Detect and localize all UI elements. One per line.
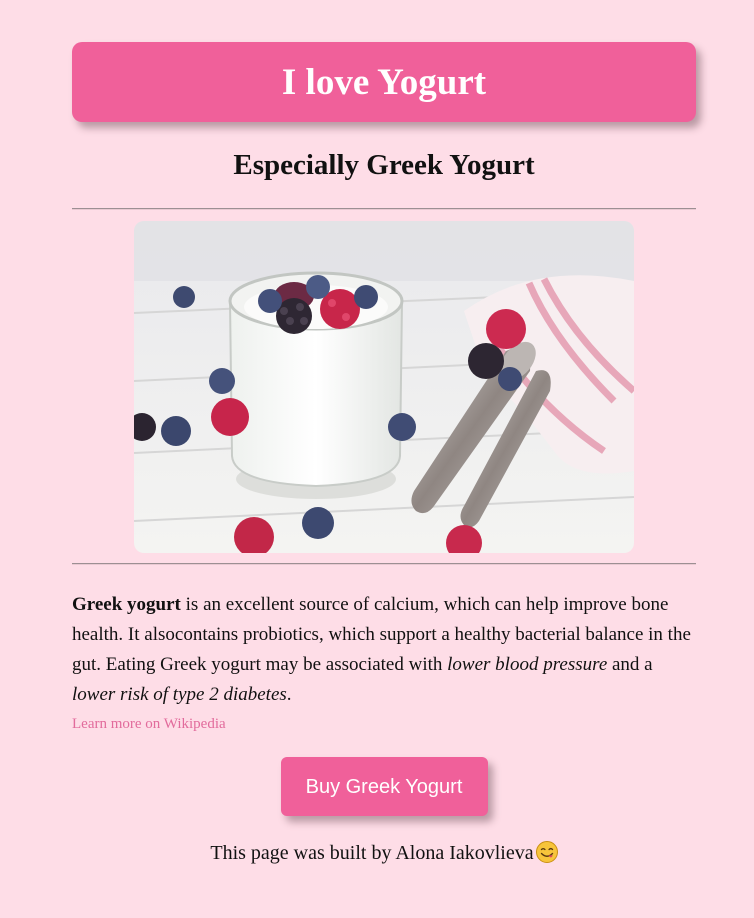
buy-greek-yogurt-button[interactable]: Buy Greek Yogurt (280, 757, 488, 816)
title-banner: I love Yogurt (72, 42, 696, 122)
wikipedia-link[interactable]: Learn more on Wikipedia (72, 716, 696, 733)
description-italic-2: lower risk of type 2 diabetes (72, 684, 287, 705)
yum-face-emoji-icon (535, 841, 558, 863)
description-text-3: . (286, 684, 292, 705)
page-subtitle: Especially Greek Yogurt (233, 149, 535, 181)
footer-credit: This page was built by Alona Iakovlieva (210, 842, 534, 864)
page-footer: This page was built by Alona Iakovlieva (72, 839, 696, 867)
description-italic-1: lower blood pressure (447, 654, 608, 675)
page-container: I love Yogurt Especially Greek Yogurt Gr… (72, 42, 696, 867)
cta-row: Buy Greek Yogurt (72, 757, 696, 816)
page-title: I love Yogurt (281, 61, 487, 103)
yogurt-photo (134, 221, 634, 553)
description-text-2: and a (607, 654, 653, 675)
top-divider (72, 208, 696, 210)
description-bold-lead: Greek yogurt (72, 594, 181, 615)
greek-yogurt-photo-icon (134, 221, 634, 553)
description-paragraph: Greek yogurt is an excellent source of c… (72, 590, 696, 710)
bottom-divider (72, 563, 696, 565)
